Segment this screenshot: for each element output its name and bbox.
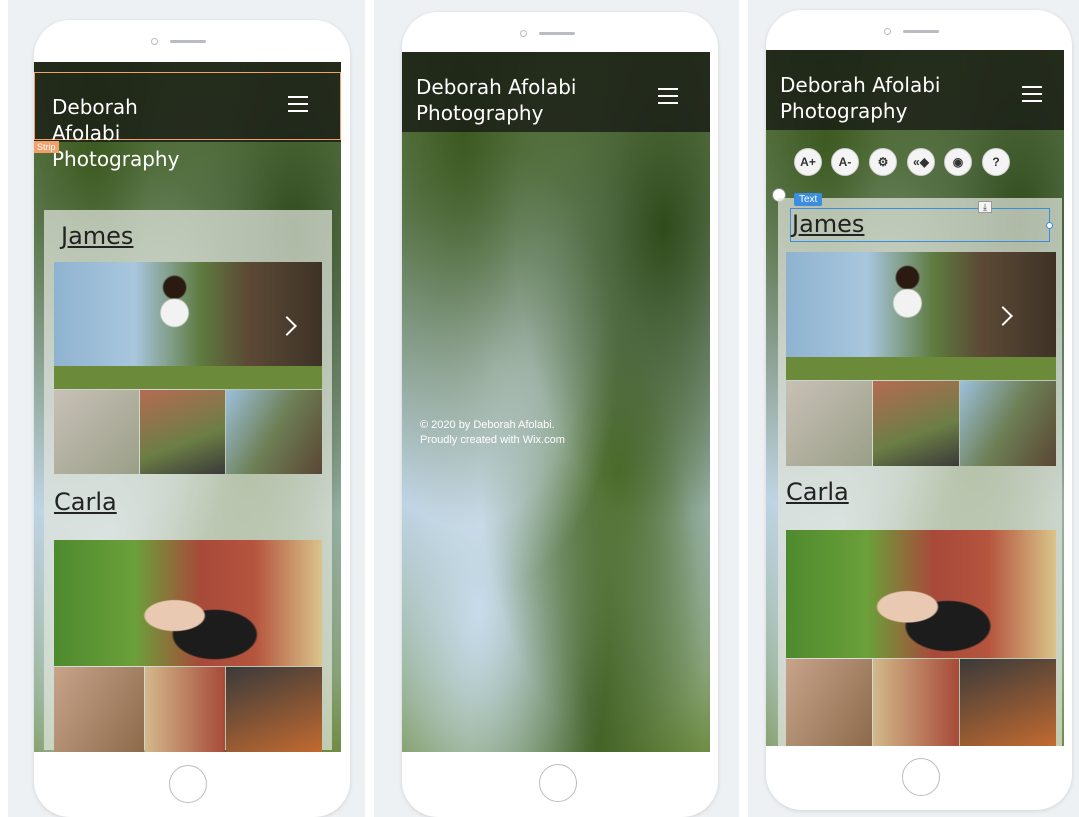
carla-thumb-1[interactable] [54, 667, 144, 752]
animation-button[interactable]: «◆ [907, 148, 935, 176]
decrease-font-button[interactable]: A- [831, 148, 859, 176]
phone-preview-panel-2: Deborah Afolabi Photography © 2020 by De… [374, 0, 739, 817]
menu-icon[interactable] [288, 96, 308, 112]
gear-icon: ⚙ [877, 155, 889, 169]
hide-button[interactable]: ◉ [944, 148, 972, 176]
site-title-line: Deborah Afolabi [416, 75, 577, 99]
phone-camera [151, 38, 158, 45]
phone-screen: Deborah Afolabi Photography © 2020 by De… [402, 52, 710, 752]
phone-preview-panel-3: Deborah Afolabi Photography A+ A- ⚙ «◆ ◉… [748, 0, 1079, 817]
carla-thumb-2[interactable] [145, 667, 225, 752]
download-icon[interactable]: ⤓ [978, 201, 992, 213]
phone-preview-panel-1: Deborah Afolabi Photography Strip James … [8, 0, 365, 817]
eye-off-icon: ◉ [952, 155, 964, 169]
site-title-line: Photography [416, 101, 544, 125]
site-footer: © 2020 by Deborah Afolabi. Proudly creat… [420, 418, 565, 448]
james-main-photo[interactable] [786, 252, 1056, 380]
james-thumb-2[interactable] [873, 381, 959, 466]
site-title-line: Deborah [52, 95, 138, 119]
phone-home-button [902, 758, 940, 796]
phone-speaker [903, 30, 939, 33]
phone-home-button [169, 765, 207, 803]
james-thumb-2[interactable] [140, 390, 225, 474]
settings-button[interactable]: ⚙ [869, 148, 897, 176]
phone-frame: Deborah Afolabi Photography Strip James … [34, 20, 350, 817]
james-thumb-3[interactable] [960, 381, 1056, 466]
resize-handle[interactable] [1046, 222, 1053, 229]
james-thumb-3[interactable] [226, 390, 322, 474]
carla-main-photo[interactable] [786, 530, 1056, 658]
james-thumb-1[interactable] [54, 390, 139, 474]
carla-thumb-3[interactable] [960, 659, 1056, 746]
carla-thumb-2[interactable] [873, 659, 959, 746]
carla-thumb-1[interactable] [786, 659, 872, 746]
phone-speaker [539, 32, 575, 35]
menu-icon[interactable] [1022, 86, 1042, 102]
site-title-line: Photography [52, 147, 180, 171]
phone-camera [884, 28, 891, 35]
site-title-line: Deborah Afolabi [780, 73, 941, 97]
carla-thumb-3[interactable] [226, 667, 322, 752]
phone-speaker [170, 40, 206, 43]
james-heading[interactable]: James [792, 210, 864, 238]
site-title-line: Afolabi [52, 121, 121, 145]
footer-wix-credit[interactable]: Proudly created with Wix.com [420, 433, 565, 448]
james-thumb-1[interactable] [786, 381, 872, 466]
carla-main-photo[interactable] [54, 540, 322, 666]
chevron-right-icon[interactable] [993, 306, 1013, 326]
carla-heading[interactable]: Carla [786, 478, 849, 506]
phone-screen: Deborah Afolabi Photography A+ A- ⚙ «◆ ◉… [766, 50, 1064, 746]
help-button[interactable]: ? [982, 148, 1010, 176]
james-main-photo[interactable] [54, 262, 322, 389]
increase-font-button[interactable]: A+ [794, 148, 822, 176]
james-heading[interactable]: James [61, 222, 133, 250]
menu-icon[interactable] [658, 88, 678, 104]
chevron-right-icon[interactable] [277, 316, 297, 336]
phone-frame: Deborah Afolabi Photography © 2020 by De… [402, 12, 718, 817]
strip-tag[interactable]: Strip [34, 141, 59, 153]
help-icon: ? [992, 155, 1000, 169]
footer-copyright: © 2020 by Deborah Afolabi. [420, 419, 555, 431]
phone-home-button [539, 764, 577, 802]
site-title[interactable]: Deborah Afolabi Photography [52, 94, 179, 172]
phone-frame: Deborah Afolabi Photography A+ A- ⚙ «◆ ◉… [766, 10, 1072, 810]
text-element-tag[interactable]: Text [794, 193, 823, 206]
carla-heading[interactable]: Carla [54, 488, 117, 516]
site-title[interactable]: Deborah Afolabi Photography [780, 72, 940, 124]
site-title-line: Photography [780, 99, 908, 123]
phone-screen: Deborah Afolabi Photography Strip James … [34, 62, 341, 752]
phone-camera [520, 30, 527, 37]
site-title[interactable]: Deborah Afolabi Photography [416, 74, 576, 126]
animation-icon: «◆ [913, 155, 929, 169]
